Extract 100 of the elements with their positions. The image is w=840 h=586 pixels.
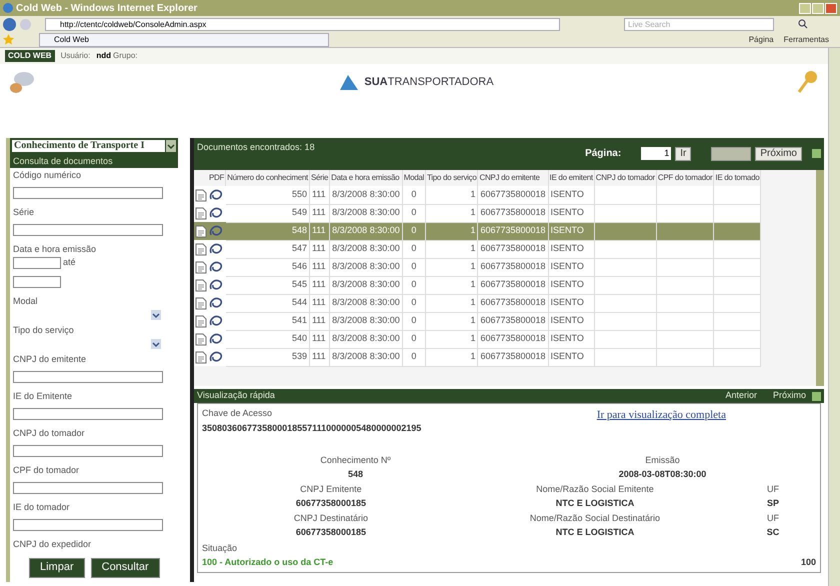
go-button[interactable]: Ir — [675, 146, 692, 160]
maximize-button[interactable] — [812, 2, 824, 14]
field-label: Modal — [13, 294, 39, 306]
text-field[interactable] — [13, 408, 163, 420]
star-icon[interactable] — [3, 34, 14, 45]
table-row[interactable]: 545 111 8/3/2008 8:30:00 0 1 6067735800018 ISENTO — [194, 276, 761, 294]
table-cell: 548 — [226, 222, 310, 240]
table-row[interactable]: 546 111 8/3/2008 8:30:00 0 1 6067735800018 ISENTO — [194, 258, 761, 276]
table-row[interactable]: 550 111 8/3/2008 8:30:00 0 1 6067735800018 ISENTO — [194, 186, 761, 204]
table-cell: 0 — [402, 258, 426, 276]
table-row[interactable]: 544 111 8/3/2008 8:30:00 0 1 6067735800018 ISENTO — [194, 294, 761, 312]
table-cell: 111 — [309, 294, 330, 312]
document-type-dropdown[interactable]: Conhecimento de Transporte I — [10, 138, 178, 154]
table-cell: 549 — [226, 204, 310, 222]
table-cell: 8/3/2008 8:30:00 — [330, 276, 402, 294]
table-cell: 0 — [402, 330, 426, 348]
form-button[interactable]: Limpar — [29, 558, 85, 578]
field-value: NTC E LOGISTICA — [556, 526, 634, 538]
field-label: CNPJ do expedidor — [13, 538, 92, 550]
expand-icon[interactable] — [812, 392, 821, 400]
table-row[interactable]: 541 111 8/3/2008 8:30:00 0 1 6067735800018 ISENTO — [194, 312, 761, 330]
close-button[interactable] — [825, 2, 837, 14]
table-cell: 0 — [402, 348, 426, 366]
status-code: 100 — [800, 556, 816, 568]
document-icon[interactable] — [195, 350, 207, 364]
table-cell: 111 — [309, 186, 330, 204]
table-cell: 8/3/2008 8:30:00 — [330, 312, 402, 330]
table-cell: 111 — [309, 276, 330, 294]
table-cell: ISENTO — [548, 276, 594, 294]
previous-link[interactable]: Anterior — [725, 389, 757, 403]
window-title: Cold Web - Windows Internet Explorer — [16, 2, 198, 16]
table-cell: ISENTO — [548, 186, 594, 204]
table-cell: 111 — [309, 240, 330, 258]
date-field[interactable] — [13, 256, 61, 269]
table-cell: 1 — [426, 258, 478, 276]
table-cell: ISENTO — [548, 312, 594, 330]
table-cell: 1 — [426, 294, 478, 312]
table-cell: 8/3/2008 8:30:00 — [330, 186, 402, 204]
menu-item[interactable]: Ferramentas — [784, 34, 829, 46]
scrollbar[interactable] — [816, 170, 824, 386]
back-button[interactable] — [3, 18, 16, 30]
table-cell: 0 — [402, 312, 426, 330]
document-icon[interactable] — [195, 242, 207, 256]
document-icon[interactable] — [195, 224, 207, 238]
field-value: SC — [766, 526, 780, 538]
field-label: Conhecimento Nº — [320, 454, 391, 467]
next-link[interactable]: Próximo — [772, 389, 806, 403]
table-cell: 0 — [402, 222, 426, 240]
brand-logo-icon — [338, 73, 360, 91]
document-icon[interactable] — [195, 260, 207, 274]
user-label: Usuário: — [60, 50, 90, 62]
range-label: até — [63, 256, 76, 269]
table-cell: ISENTO — [548, 294, 594, 312]
document-icon[interactable] — [195, 278, 207, 292]
document-icon[interactable] — [195, 296, 207, 310]
field-label: CNPJ Destinatário — [294, 512, 368, 525]
table-row[interactable]: 549 111 8/3/2008 8:30:00 0 1 6067735800018 ISENTO — [194, 204, 761, 222]
table-cell: ISENTO — [548, 348, 594, 366]
table-cell: 1 — [426, 240, 478, 258]
text-field[interactable] — [13, 482, 163, 494]
table-row[interactable]: 540 111 8/3/2008 8:30:00 0 1 6067735800018 ISENTO — [194, 330, 761, 348]
address-field[interactable]: http://ctentc/coldweb/ConsoleAdmin.aspx — [45, 18, 560, 30]
search-icon[interactable] — [798, 19, 808, 29]
form-button[interactable]: Consultar — [90, 558, 160, 578]
field-label: IE do tomador — [13, 500, 71, 512]
field-label: Tipo do serviço — [13, 324, 75, 336]
table-cell: 6067735800018 — [478, 330, 548, 348]
field-label: CNPJ do tomador — [13, 426, 86, 438]
table-cell: 1 — [426, 186, 478, 204]
document-icon[interactable] — [195, 332, 207, 346]
browser-tab[interactable]: Cold Web — [39, 32, 329, 46]
document-icon[interactable] — [195, 314, 207, 328]
menu-item[interactable]: Página — [748, 34, 774, 46]
field-label: UF — [767, 483, 779, 496]
table-row[interactable]: 547 111 8/3/2008 8:30:00 0 1 6067735800018 ISENTO — [194, 240, 761, 258]
text-field[interactable] — [13, 187, 163, 199]
chevron-down-icon — [166, 140, 176, 152]
field-value: 60677358000185 — [296, 496, 366, 510]
text-field[interactable] — [13, 518, 163, 530]
page-field[interactable]: 1 — [641, 147, 672, 160]
document-icon[interactable] — [195, 206, 207, 220]
field-value: SP — [767, 496, 780, 510]
table-cell: 547 — [226, 240, 310, 258]
browser-icon — [3, 3, 13, 13]
table-cell: 6067735800018 — [478, 312, 548, 330]
document-icon[interactable] — [195, 188, 207, 202]
date-field[interactable] — [13, 276, 61, 288]
text-field[interactable] — [13, 370, 163, 382]
minimize-button[interactable] — [799, 2, 811, 14]
table-cell: 1 — [426, 276, 478, 294]
table-cell: 6067735800018 — [478, 240, 548, 258]
app-logo: COLD WEB — [5, 50, 55, 62]
next-button[interactable]: Próximo — [755, 146, 802, 160]
text-field[interactable] — [13, 444, 163, 456]
field-value: 548 — [348, 468, 364, 480]
page-scrollbar[interactable] — [828, 48, 840, 586]
full-view-link[interactable]: Ir para visualização completa — [596, 407, 726, 424]
field-label: Série — [13, 206, 36, 218]
text-field[interactable] — [13, 224, 163, 236]
table-row[interactable]: 539 111 8/3/2008 8:30:00 0 1 6067735800018 ISENTO — [194, 348, 761, 366]
